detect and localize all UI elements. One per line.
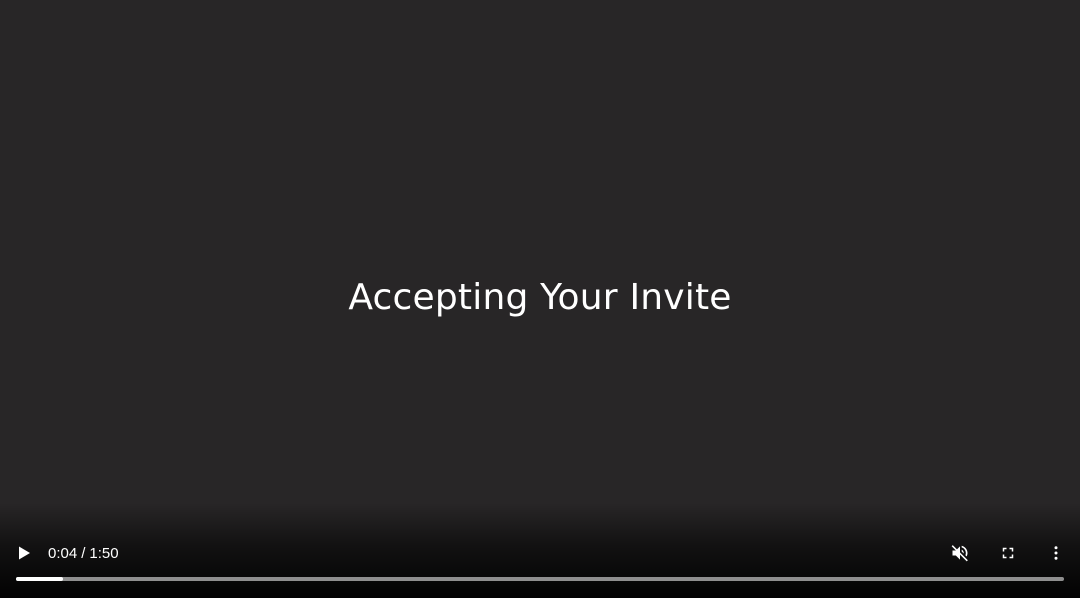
video-player[interactable]: Accepting Your Invite 0:04/1:50	[0, 0, 1080, 598]
duration: 1:50	[89, 545, 119, 562]
time-separator: /	[81, 545, 86, 562]
mute-button[interactable]	[944, 537, 976, 569]
controls-bar: 0:04/1:50	[0, 536, 1080, 572]
volume-muted-icon	[950, 543, 970, 563]
more-options-button[interactable]	[1040, 537, 1072, 569]
video-title-card: Accepting Your Invite	[348, 277, 732, 318]
more-vertical-icon	[1047, 544, 1065, 562]
fullscreen-button[interactable]	[992, 537, 1024, 569]
current-time: 0:04	[48, 545, 78, 562]
play-button[interactable]	[8, 537, 40, 569]
play-icon	[16, 545, 32, 561]
time-display: 0:04/1:50	[48, 544, 119, 564]
fullscreen-icon	[999, 544, 1017, 562]
progress-fill	[16, 577, 64, 581]
progress-bar[interactable]	[16, 577, 1064, 581]
